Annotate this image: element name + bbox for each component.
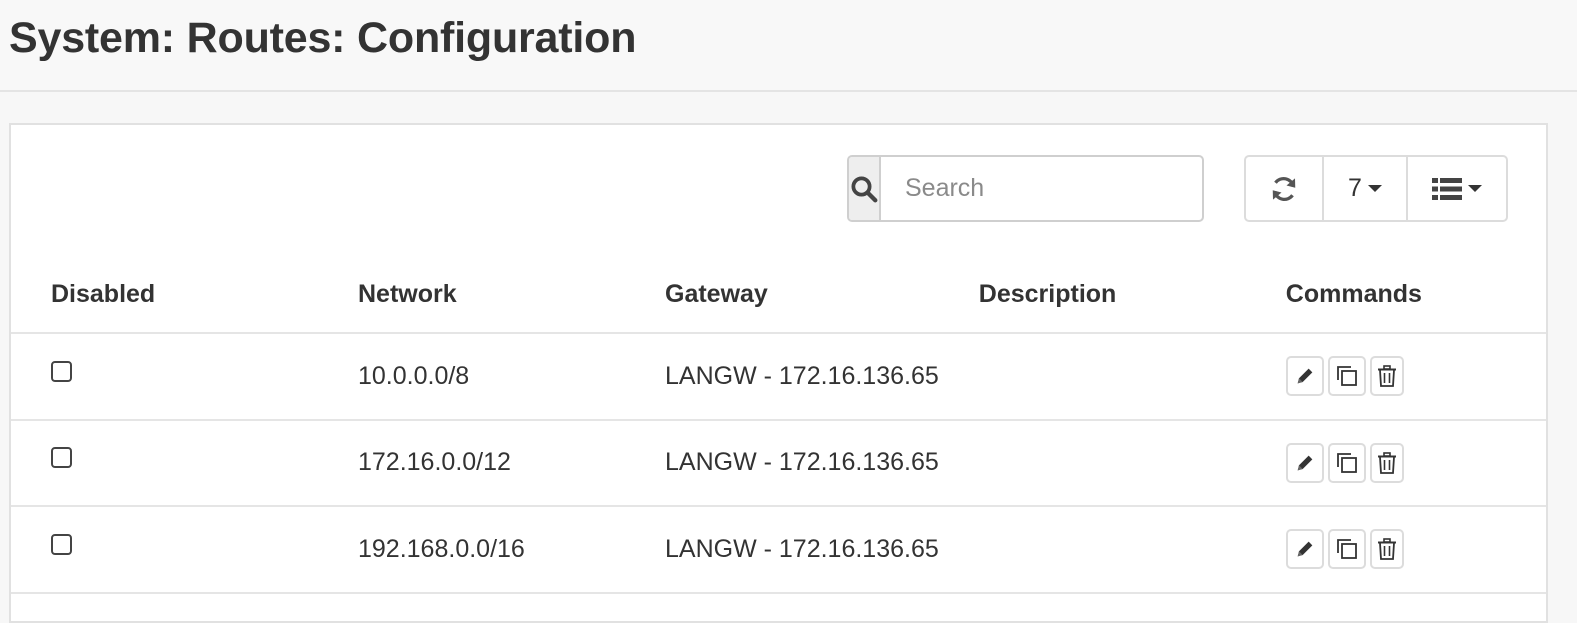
search-group bbox=[847, 155, 1204, 222]
delete-button[interactable] bbox=[1369, 442, 1404, 483]
header-gateway[interactable]: Gateway bbox=[625, 257, 939, 334]
grid-actions: 7 bbox=[1244, 155, 1508, 222]
header-network[interactable]: Network bbox=[318, 257, 625, 334]
disabled-checkbox[interactable] bbox=[51, 360, 72, 382]
trash-icon bbox=[1377, 365, 1397, 388]
cell-gateway: LANGW - 172.16.136.65 bbox=[625, 506, 939, 594]
cell-description bbox=[938, 333, 1246, 421]
copy-icon bbox=[1335, 364, 1359, 388]
delete-button[interactable] bbox=[1369, 356, 1404, 397]
edit-button[interactable] bbox=[1285, 356, 1324, 397]
edit-icon bbox=[1294, 365, 1316, 387]
routes-panel: 7 Disabled Network Gateway bbox=[9, 123, 1548, 623]
delete-button[interactable] bbox=[1369, 529, 1404, 570]
header-description[interactable]: Description bbox=[938, 257, 1246, 334]
copy-button[interactable] bbox=[1327, 529, 1366, 570]
trash-icon bbox=[1377, 451, 1397, 474]
search-icon bbox=[849, 157, 881, 220]
cell-disabled bbox=[11, 333, 318, 421]
refresh-button[interactable] bbox=[1246, 157, 1324, 220]
disabled-checkbox[interactable] bbox=[51, 533, 72, 555]
cell-gateway: LANGW - 172.16.136.65 bbox=[625, 419, 939, 507]
table-row: 10.0.0.0/8 LANGW - 172.16.136.65 bbox=[11, 333, 1546, 421]
copy-icon bbox=[1335, 451, 1359, 475]
cell-commands bbox=[1245, 333, 1546, 421]
header-disabled[interactable]: Disabled bbox=[11, 257, 318, 334]
table-row: 172.16.0.0/12 LANGW - 172.16.136.65 bbox=[11, 419, 1546, 507]
page-size-dropdown[interactable]: 7 bbox=[1324, 157, 1408, 220]
list-icon bbox=[1432, 177, 1462, 201]
cell-network: 10.0.0.0/8 bbox=[318, 333, 625, 421]
cell-gateway: LANGW - 172.16.136.65 bbox=[625, 333, 939, 421]
cell-description bbox=[938, 506, 1246, 594]
page-title: System: Routes: Configuration bbox=[9, 14, 637, 62]
page-header: System: Routes: Configuration bbox=[0, 0, 1577, 92]
search-input[interactable] bbox=[881, 157, 1202, 220]
edit-button[interactable] bbox=[1285, 442, 1324, 483]
edit-icon bbox=[1294, 452, 1316, 474]
edit-button[interactable] bbox=[1285, 529, 1324, 570]
cell-network: 192.168.0.0/16 bbox=[318, 506, 625, 594]
disabled-checkbox[interactable] bbox=[51, 447, 72, 469]
cell-network: 172.16.0.0/12 bbox=[318, 419, 625, 507]
trash-icon bbox=[1377, 538, 1397, 561]
routes-table: Disabled Network Gateway Description Com… bbox=[11, 257, 1546, 594]
cell-commands bbox=[1245, 506, 1546, 594]
copy-button[interactable] bbox=[1327, 442, 1366, 483]
header-commands: Commands bbox=[1245, 257, 1546, 334]
cell-disabled bbox=[11, 419, 318, 507]
cell-commands bbox=[1245, 419, 1546, 507]
copy-icon bbox=[1335, 537, 1359, 561]
caret-down-icon bbox=[1367, 185, 1382, 192]
table-row: 192.168.0.0/16 LANGW - 172.16.136.65 bbox=[11, 506, 1546, 594]
columns-dropdown[interactable] bbox=[1408, 157, 1506, 220]
cell-description bbox=[938, 419, 1246, 507]
edit-icon bbox=[1294, 538, 1316, 560]
caret-down-icon bbox=[1468, 185, 1482, 192]
cell-disabled bbox=[11, 506, 318, 594]
copy-button[interactable] bbox=[1327, 356, 1366, 397]
table-header-row: Disabled Network Gateway Description Com… bbox=[11, 257, 1546, 334]
refresh-icon bbox=[1269, 174, 1299, 204]
page-size-value: 7 bbox=[1348, 174, 1362, 202]
